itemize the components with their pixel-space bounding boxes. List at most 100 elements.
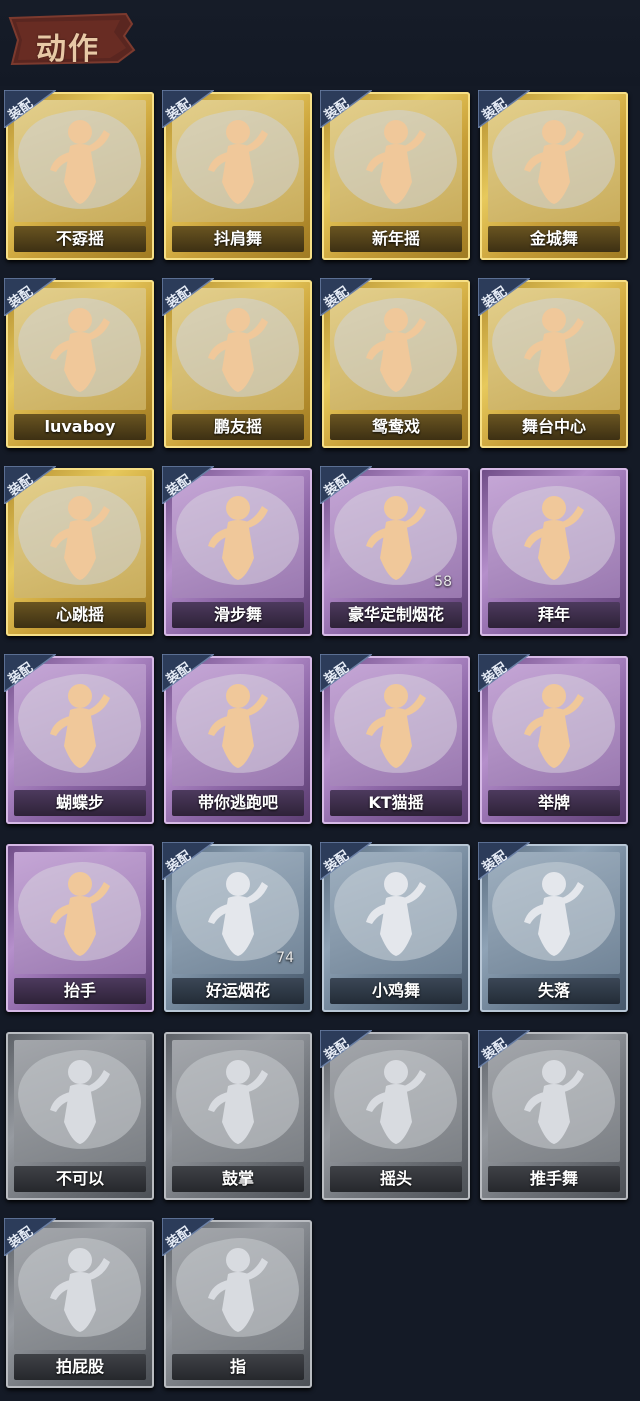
emote-name: 好运烟花 xyxy=(205,981,270,1000)
equipped-badge: 装配 xyxy=(478,654,530,692)
equipped-badge: 装配 xyxy=(162,278,214,316)
equipped-badge: 装配 xyxy=(162,654,214,692)
card-label-bar: 好运烟花 xyxy=(172,978,304,1004)
emote-card[interactable]: 拜年 xyxy=(480,468,628,636)
emote-card[interactable]: 舞台中心 装配 xyxy=(478,278,628,448)
emote-name: 抬手 xyxy=(63,981,96,1000)
equipped-badge: 装配 xyxy=(320,90,372,128)
emote-card[interactable]: 带你逃跑吧 装配 xyxy=(162,654,312,824)
card-label-bar: 指 xyxy=(172,1354,304,1380)
equipped-badge: 装配 xyxy=(162,466,214,504)
equipped-badge: 装配 xyxy=(478,278,530,316)
equipped-badge: 装配 xyxy=(320,654,372,692)
card-label-bar: 滑步舞 xyxy=(172,602,304,628)
card-label-bar: luvaboy xyxy=(14,414,146,440)
card-label-bar: 失落 xyxy=(488,978,620,1004)
emote-name: 心跳摇 xyxy=(55,605,104,624)
card-label-bar: 心跳摇 xyxy=(14,602,146,628)
emote-card[interactable]: 鸳鸯戏 装配 xyxy=(320,278,470,448)
equipped-badge: 装配 xyxy=(4,90,56,128)
emote-card[interactable]: 摇头 装配 xyxy=(320,1030,470,1200)
emote-name: 带你逃跑吧 xyxy=(197,793,278,812)
finger-wag-icon xyxy=(40,1052,120,1152)
header-bar: 动作 xyxy=(0,0,640,86)
emote-card[interactable]: luvaboy 装配 xyxy=(4,278,154,448)
emote-name: 抖肩舞 xyxy=(213,229,262,248)
item-count: 58 xyxy=(434,574,452,590)
emote-name: 失落 xyxy=(537,981,570,1000)
equipped-badge: 装配 xyxy=(4,466,56,504)
emote-card[interactable]: 不可以 xyxy=(6,1032,154,1200)
equipped-badge: 装配 xyxy=(320,842,372,880)
card-label-bar: 鼓掌 xyxy=(172,1166,304,1192)
card-label-bar: 金城舞 xyxy=(488,226,620,252)
emote-card[interactable]: 金城舞 装配 xyxy=(478,90,628,260)
card-label-bar: 新年摇 xyxy=(330,226,462,252)
section-title-banner: 动作 xyxy=(6,10,136,68)
emote-card[interactable]: 指 装配 xyxy=(162,1218,312,1388)
equipped-badge: 装配 xyxy=(320,278,372,316)
emote-card[interactable]: 抖肩舞 装配 xyxy=(162,90,312,260)
emote-name: 不可以 xyxy=(55,1169,104,1188)
emote-name: 鹏友摇 xyxy=(213,417,262,436)
emote-card[interactable]: KT猫摇 装配 xyxy=(320,654,470,824)
equipped-badge: 装配 xyxy=(162,842,214,880)
card-label-bar: 小鸡舞 xyxy=(330,978,462,1004)
emote-card[interactable]: 举牌 装配 xyxy=(478,654,628,824)
emote-card[interactable]: 心跳摇 装配 xyxy=(4,466,154,636)
emote-name: 举牌 xyxy=(537,793,570,812)
card-label-bar: 不可以 xyxy=(14,1166,146,1192)
emote-card[interactable]: 推手舞 装配 xyxy=(478,1030,628,1200)
emote-name: luvaboy xyxy=(44,417,116,436)
item-count: 74 xyxy=(276,950,294,966)
card-label-bar: 豪华定制烟花 xyxy=(330,602,462,628)
card-label-bar: 蝴蝶步 xyxy=(14,790,146,816)
figure-greeting-icon xyxy=(514,488,594,588)
figure-raise-hand-icon xyxy=(40,864,120,964)
emote-card[interactable]: 74 好运烟花 装配 xyxy=(162,842,312,1012)
card-label-bar: 拍屁股 xyxy=(14,1354,146,1380)
equipped-badge: 装配 xyxy=(320,1030,372,1068)
emote-name: 新年摇 xyxy=(371,229,420,248)
card-label-bar: 鹏友摇 xyxy=(172,414,304,440)
emote-card[interactable]: 抬手 xyxy=(6,844,154,1012)
card-label-bar: 摇头 xyxy=(330,1166,462,1192)
equipped-badge: 装配 xyxy=(478,90,530,128)
card-label-bar: 舞台中心 xyxy=(488,414,620,440)
card-label-bar: 拜年 xyxy=(488,602,620,628)
card-label-bar: KT猫摇 xyxy=(330,790,462,816)
equipped-badge: 装配 xyxy=(478,842,530,880)
equipped-badge: 装配 xyxy=(4,654,56,692)
clap-hands-icon xyxy=(198,1052,278,1152)
card-label-bar: 鸳鸯戏 xyxy=(330,414,462,440)
card-label-bar: 不孬摇 xyxy=(14,226,146,252)
emote-name: 蝴蝶步 xyxy=(55,793,104,812)
emote-name: KT猫摇 xyxy=(368,793,424,812)
emote-card[interactable]: 小鸡舞 装配 xyxy=(320,842,470,1012)
card-label-bar: 带你逃跑吧 xyxy=(172,790,304,816)
emote-card[interactable]: 不孬摇 装配 xyxy=(4,90,154,260)
emote-name: 不孬摇 xyxy=(55,229,104,248)
emote-card[interactable]: 鼓掌 xyxy=(164,1032,312,1200)
emote-name: 指 xyxy=(229,1357,246,1376)
emote-card[interactable]: 鹏友摇 装配 xyxy=(162,278,312,448)
emote-card[interactable]: 新年摇 装配 xyxy=(320,90,470,260)
emote-name: 金城舞 xyxy=(529,229,578,248)
card-label-bar: 举牌 xyxy=(488,790,620,816)
equipped-badge: 装配 xyxy=(478,1030,530,1068)
card-label-bar: 抖肩舞 xyxy=(172,226,304,252)
emote-name: 滑步舞 xyxy=(213,605,262,624)
emote-name: 推手舞 xyxy=(529,1169,578,1188)
emote-card[interactable]: 58 豪华定制烟花 装配 xyxy=(320,466,470,636)
emote-name: 鼓掌 xyxy=(221,1169,254,1188)
emote-card[interactable]: 失落 装配 xyxy=(478,842,628,1012)
emote-name: 鸳鸯戏 xyxy=(371,417,420,436)
emote-card[interactable]: 滑步舞 装配 xyxy=(162,466,312,636)
emote-card[interactable]: 拍屁股 装配 xyxy=(4,1218,154,1388)
emote-name: 豪华定制烟花 xyxy=(347,605,444,624)
emote-name: 小鸡舞 xyxy=(371,981,420,1000)
emote-name: 摇头 xyxy=(379,1169,412,1188)
emote-card[interactable]: 蝴蝶步 装配 xyxy=(4,654,154,824)
equipped-badge: 装配 xyxy=(162,1218,214,1256)
section-title: 动作 xyxy=(36,32,100,67)
